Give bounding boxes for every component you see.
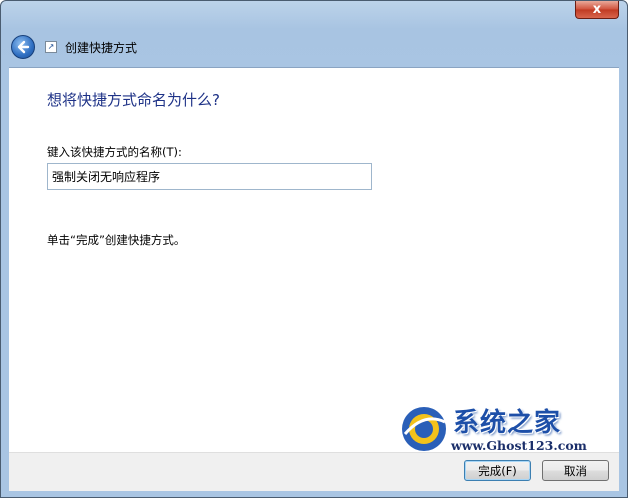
watermark-url: www.Ghost123.com <box>451 438 587 453</box>
cancel-button[interactable]: 取消 <box>542 460 609 481</box>
finish-hint: 单击“完成”创建快捷方式。 <box>47 233 186 247</box>
window-title: 创建快捷方式 <box>65 41 138 55</box>
finish-button[interactable]: 完成(F) <box>464 460 531 481</box>
button-bar: 完成(F) 取消 <box>9 452 619 491</box>
page-heading: 想将快捷方式命名为什么? <box>47 91 220 109</box>
shortcut-name-label: 键入该快捷方式的名称(T): <box>47 145 182 159</box>
close-button[interactable]: x <box>575 1 619 19</box>
wizard-window: x ↗ 创建快捷方式 想将快捷方式命名为什么? 键入该快捷方式的名称(T): 单… <box>0 0 628 498</box>
wizard-content: 想将快捷方式命名为什么? 键入该快捷方式的名称(T): 单击“完成”创建快捷方式… <box>9 67 619 453</box>
shortcut-name-input[interactable] <box>47 163 372 190</box>
back-button[interactable] <box>11 35 35 59</box>
watermark-title: 系统之家 <box>453 408 562 438</box>
shortcut-icon: ↗ <box>45 41 57 53</box>
watermark: 系统之家 www.Ghost123.com <box>399 402 619 458</box>
back-arrow-icon <box>17 40 30 54</box>
watermark-logo-icon <box>402 407 446 451</box>
close-icon: x <box>592 2 602 17</box>
title-bar: ↗ 创建快捷方式 <box>9 33 619 61</box>
